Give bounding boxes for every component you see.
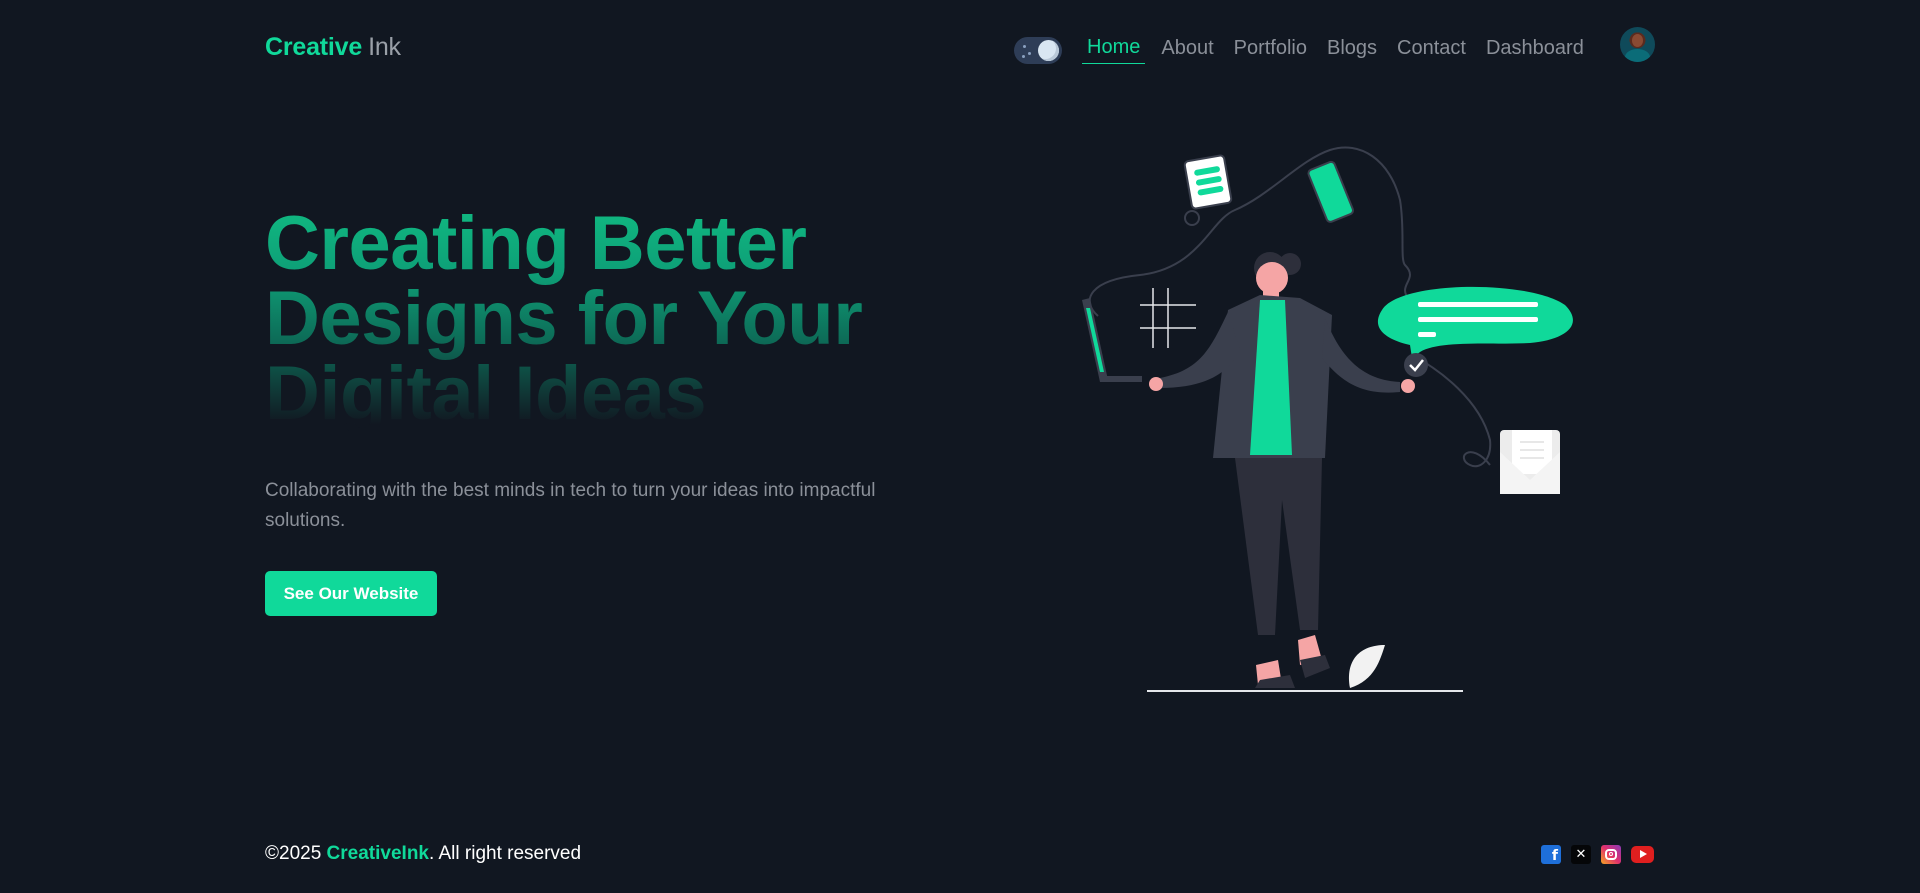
nav-about[interactable]: About xyxy=(1161,37,1213,64)
main-nav: Home About Portfolio Blogs Contact Dashb… xyxy=(1082,36,1604,64)
nav-home[interactable]: Home xyxy=(1082,36,1146,64)
theme-toggle[interactable] xyxy=(1014,37,1062,64)
logo-primary: Creative xyxy=(265,33,363,61)
avatar-body xyxy=(1625,49,1650,62)
facebook-icon[interactable]: f xyxy=(1541,845,1561,864)
instagram-icon[interactable] xyxy=(1601,845,1621,864)
hashtag-icon xyxy=(1140,288,1196,348)
copyright-suffix: . All right reserved xyxy=(429,843,582,864)
copyright-prefix: ©2025 xyxy=(265,843,327,864)
laptop-icon xyxy=(1082,298,1142,382)
phone-icon xyxy=(1307,160,1355,223)
leaf-icon xyxy=(1349,645,1385,688)
hero-subtitle: Collaborating with the best minds in tec… xyxy=(265,480,876,531)
see-website-button[interactable]: See Our Website xyxy=(265,571,437,616)
document-icon xyxy=(1183,154,1233,210)
star-icon xyxy=(1022,55,1025,58)
user-avatar[interactable] xyxy=(1620,27,1655,62)
chat-bubble-icon xyxy=(1377,286,1573,377)
nav-blogs[interactable]: Blogs xyxy=(1327,37,1377,64)
logo-secondary: Ink xyxy=(368,33,401,61)
nav-dashboard[interactable]: Dashboard xyxy=(1486,37,1584,64)
page: Creative Ink Home About Portfolio Blogs C… xyxy=(0,0,1920,893)
person-figure xyxy=(1149,252,1415,688)
avatar-face xyxy=(1632,34,1643,47)
footer-copyright: ©2025 CreativeInk. All right reserved xyxy=(265,843,581,865)
hero-illustration xyxy=(1082,146,1573,692)
cable-line xyxy=(1088,146,1411,317)
hero-title: Creating Better Designs for Your Digital… xyxy=(265,206,965,432)
x-icon[interactable]: ✕ xyxy=(1571,845,1591,864)
star-icon xyxy=(1023,45,1026,48)
nav-portfolio[interactable]: Portfolio xyxy=(1234,37,1307,64)
nav-contact[interactable]: Contact xyxy=(1397,37,1466,64)
youtube-icon[interactable] xyxy=(1631,846,1654,863)
social-links: f ✕ xyxy=(1541,845,1654,864)
envelope-icon xyxy=(1500,430,1560,494)
site-logo[interactable]: Creative Ink xyxy=(265,33,401,62)
moon-icon xyxy=(1038,40,1059,61)
star-icon xyxy=(1028,52,1031,55)
footer-brand[interactable]: CreativeInk xyxy=(327,843,429,864)
